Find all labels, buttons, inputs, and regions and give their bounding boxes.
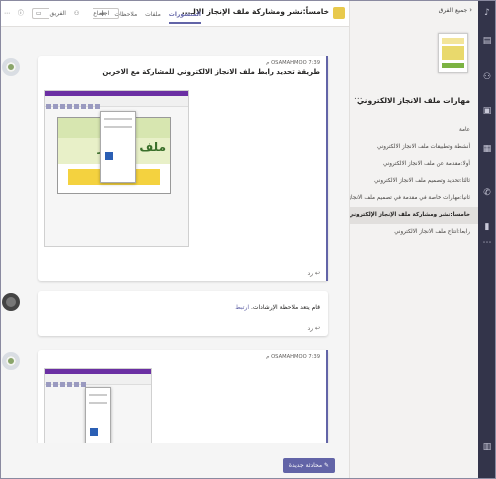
window-frame xyxy=(0,0,496,479)
